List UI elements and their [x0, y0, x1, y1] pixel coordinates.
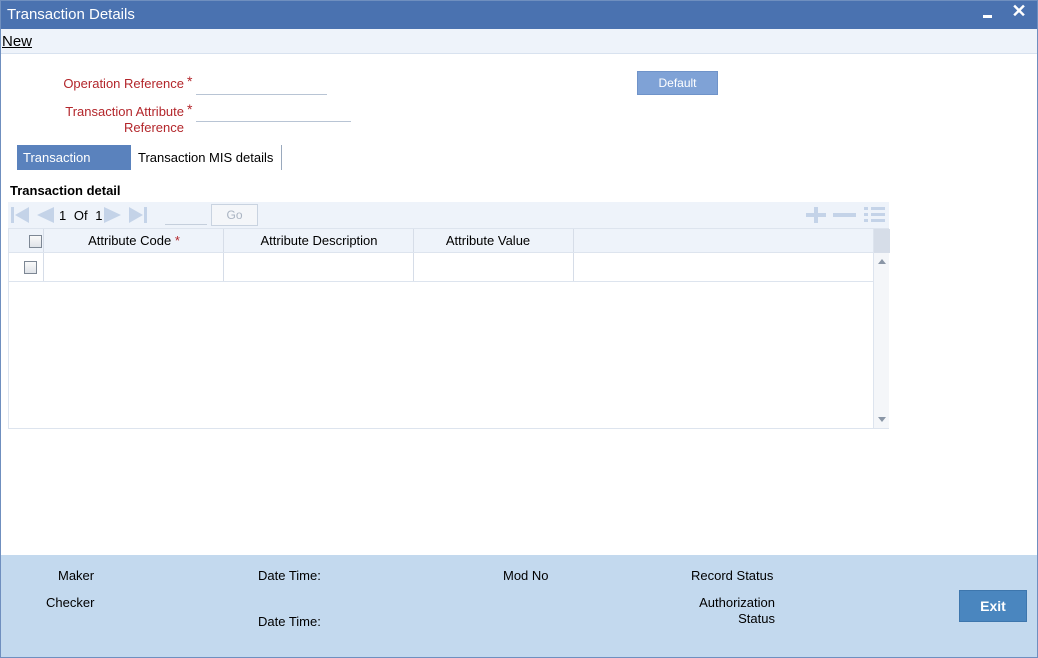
- window-title: Transaction Details: [7, 6, 135, 23]
- attribute-description-header: Attribute Description: [224, 229, 414, 252]
- grid-toolbar: 1 Of 1 Go: [8, 202, 889, 228]
- exit-button[interactable]: Exit: [959, 590, 1027, 622]
- select-column-header: [9, 229, 44, 252]
- menu-bar: New: [1, 29, 1037, 54]
- scrollbar-header: [874, 229, 890, 253]
- transaction-details-window: Transaction Details ✕ New Operation Refe…: [0, 0, 1038, 658]
- attribute-value-header: Attribute Value: [414, 229, 574, 252]
- maker-date-time-label: Date Time:: [258, 568, 321, 583]
- goto-page-input[interactable]: [165, 205, 207, 225]
- attribute-description-cell[interactable]: [224, 253, 414, 281]
- mod-no-label: Mod No: [503, 568, 549, 583]
- scroll-up-icon[interactable]: [878, 259, 886, 264]
- table-row: [9, 253, 873, 282]
- grid-scrollbar[interactable]: [873, 229, 890, 428]
- operation-reference-label: Operation Reference: [63, 76, 184, 91]
- required-marker: *: [174, 233, 180, 248]
- scroll-down-icon[interactable]: [878, 417, 886, 422]
- page-info: 1 Of 1: [59, 208, 106, 223]
- required-marker: *: [187, 101, 193, 117]
- operation-reference-input[interactable]: [196, 75, 327, 95]
- section-title: Transaction detail: [10, 183, 121, 198]
- of-label: Of: [73, 208, 88, 223]
- attribute-description-label: Attribute Description: [260, 233, 378, 248]
- new-link[interactable]: New: [2, 33, 32, 50]
- previous-page-icon[interactable]: [35, 206, 55, 224]
- attribute-code-cell[interactable]: [44, 253, 224, 281]
- grid-header: Attribute Code * Attribute Description A…: [9, 229, 873, 253]
- title-bar: Transaction Details ✕: [1, 1, 1037, 29]
- close-icon[interactable]: ✕: [1010, 1, 1028, 23]
- total-pages: 1: [95, 208, 103, 223]
- tab-transaction-detail[interactable]: Transaction detail: [17, 145, 131, 190]
- authorization-status-label-line2: Status: [738, 611, 775, 626]
- maker-label: Maker: [58, 568, 95, 583]
- audit-footer: Maker Checker Date Time: Date Time: Mod …: [1, 555, 1037, 657]
- row-checkbox[interactable]: [24, 261, 37, 274]
- record-status-label: Record Status: [691, 568, 774, 583]
- current-page: 1: [59, 208, 67, 223]
- attribute-code-label: Attribute Code: [88, 233, 172, 248]
- delete-row-icon[interactable]: [832, 205, 856, 225]
- transaction-detail-grid: Attribute Code * Attribute Description A…: [8, 228, 890, 429]
- single-view-icon[interactable]: [862, 205, 886, 225]
- minimize-icon[interactable]: [981, 4, 995, 24]
- authorization-status-label-line1: Authorization: [699, 595, 775, 610]
- default-button[interactable]: Default: [637, 71, 718, 95]
- tab-transaction-mis-details[interactable]: Transaction MIS details: [132, 145, 282, 170]
- attribute-code-header: Attribute Code *: [44, 229, 224, 252]
- checker-date-time-label: Date Time:: [258, 614, 321, 629]
- checker-label: Checker: [46, 595, 95, 610]
- go-button[interactable]: Go: [211, 204, 258, 226]
- attribute-value-cell[interactable]: [414, 253, 574, 281]
- attribute-value-label: Attribute Value: [445, 233, 531, 248]
- first-page-icon[interactable]: [10, 206, 30, 224]
- required-marker: *: [187, 73, 193, 89]
- next-page-icon[interactable]: [103, 206, 123, 224]
- select-all-checkbox[interactable]: [29, 235, 42, 248]
- transaction-attribute-reference-input[interactable]: [196, 102, 351, 122]
- row-select-cell: [9, 253, 44, 281]
- last-page-icon[interactable]: [128, 206, 148, 224]
- add-row-icon[interactable]: [804, 205, 828, 225]
- transaction-attribute-label-line2: Reference: [124, 120, 184, 135]
- transaction-attribute-label-line1: Transaction Attribute: [65, 104, 184, 119]
